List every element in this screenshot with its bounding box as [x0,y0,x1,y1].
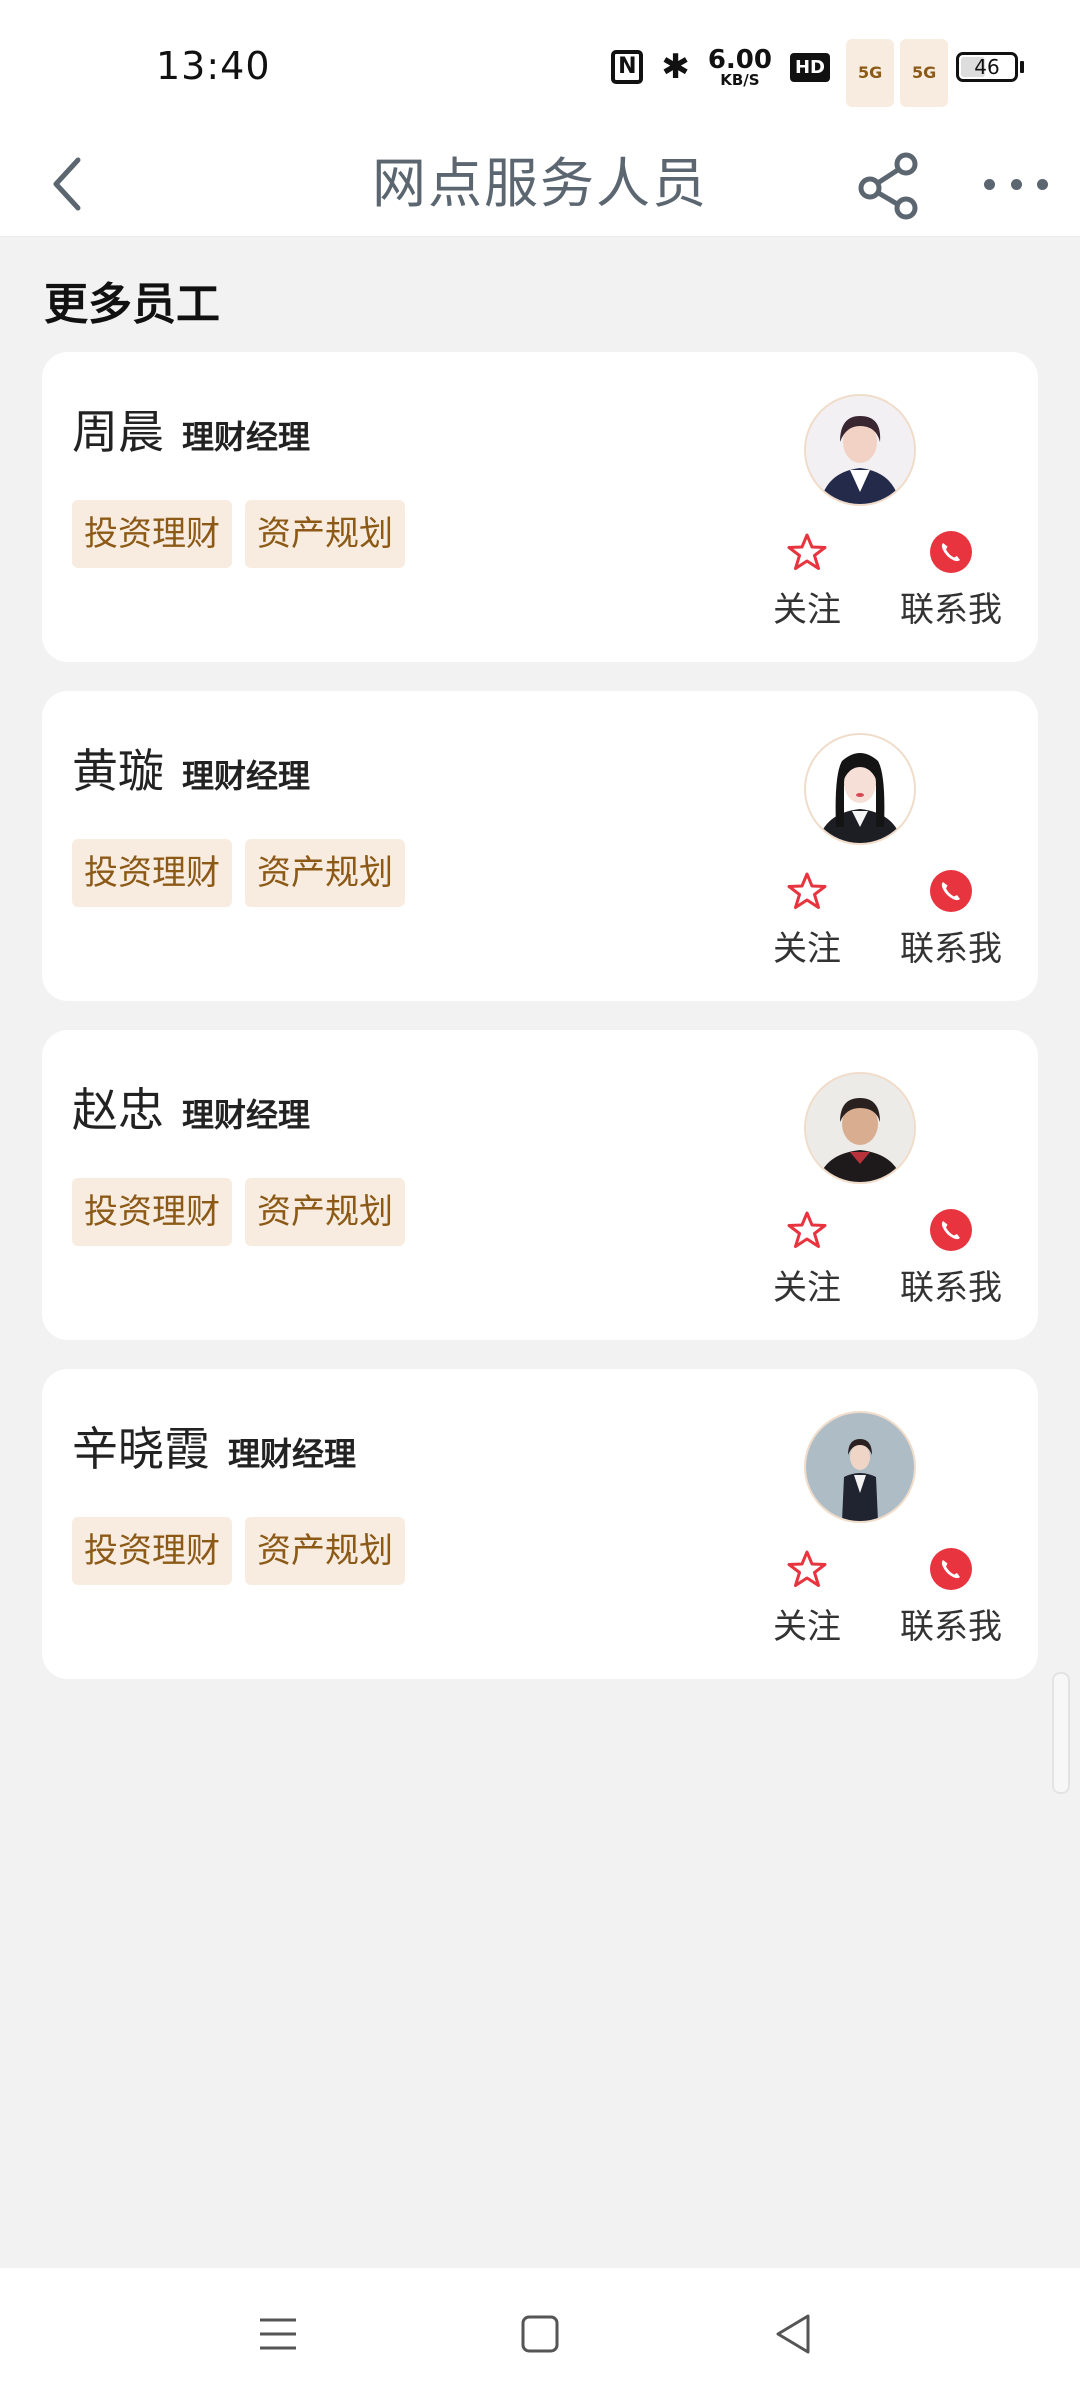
share-icon [858,152,918,220]
tag: 资产规划 [245,839,405,907]
contact-button[interactable]: 联系我 [886,869,1016,970]
tag-list: 投资理财 资产规划 [72,839,405,907]
avatar[interactable] [804,1411,916,1523]
employee-name-row: 赵忠 理财经理 [72,1074,310,1140]
tag: 投资理财 [72,500,232,568]
bluetooth-icon: ✱ [661,47,690,87]
avatar[interactable] [804,1072,916,1184]
network-speed: 6.00 KB/S [708,47,772,88]
more-dot-icon [984,178,995,190]
menu-button[interactable] [252,2308,304,2360]
avatar[interactable] [804,733,916,845]
follow-button[interactable]: 关注 [742,869,872,970]
more-dot-icon [1010,178,1022,190]
home-button[interactable] [514,2308,566,2360]
battery-level: 46 [974,55,1000,79]
tag-list: 投资理财 资产规划 [72,500,405,568]
more-button[interactable] [984,158,1048,210]
contact-button[interactable]: 联系我 [886,1208,1016,1309]
employee-role: 理财经理 [182,1096,311,1134]
status-icons: N ✱ 6.00 KB/S HD 5G 5G 46 [611,39,1024,107]
back-button[interactable] [40,152,104,216]
employee-card[interactable]: 赵忠 理财经理 投资理财 资产规划 关注 联系我 [42,1030,1038,1340]
avatar-photo [806,735,914,843]
avatar-photo [806,396,914,504]
follow-button[interactable]: 关注 [742,1547,872,1648]
status-bar: 13:40 N ✱ 6.00 KB/S HD 5G 5G 46 [0,0,1080,132]
employee-name-row: 辛晓霞 理财经理 [72,1413,356,1479]
tag: 资产规划 [245,500,405,568]
contact-button[interactable]: 联系我 [886,530,1016,631]
follow-label: 关注 [773,590,841,630]
triangle-back-icon [776,2314,810,2354]
employee-role: 理财经理 [228,1435,357,1473]
avatar[interactable] [804,394,916,506]
avatar-photo [806,1413,914,1521]
follow-button[interactable]: 关注 [742,1208,872,1309]
phone-icon [930,531,972,573]
star-icon [787,1211,827,1248]
employee-card[interactable]: 周晨 理财经理 投资理财 资产规划 关注 联系我 [42,352,1038,662]
employee-name: 辛晓霞 [72,1422,210,1476]
star-icon [787,1550,827,1587]
contact-label: 联系我 [900,1268,1002,1308]
more-dot-icon [1037,178,1048,190]
star-icon [787,872,827,909]
employee-name: 赵忠 [72,1083,164,1137]
back-nav-button[interactable] [768,2308,820,2360]
star-icon [787,533,827,570]
follow-label: 关注 [773,929,841,969]
follow-label: 关注 [773,1607,841,1647]
tag-list: 投资理财 资产规划 [72,1517,405,1585]
nfc-icon: N [611,50,644,84]
home-square-icon [521,2315,559,2353]
menu-icon [260,2318,296,2350]
chevron-left-icon [53,157,81,211]
phone-icon [930,1548,972,1590]
system-nav-bar [0,2268,1080,2400]
employee-role: 理财经理 [182,757,311,795]
signal-icon-2: 5G [900,39,949,107]
follow-label: 关注 [773,1268,841,1308]
section-title: 更多员工 [44,279,220,330]
tag: 资产规划 [245,1178,405,1246]
contact-label: 联系我 [900,590,1002,630]
employee-name: 周晨 [72,405,164,459]
tag: 资产规划 [245,1517,405,1585]
signal-label-2: 5G [900,39,949,107]
employee-role: 理财经理 [182,418,311,456]
tag: 投资理财 [72,1517,232,1585]
status-time: 13:40 [156,44,271,88]
contact-label: 联系我 [900,1607,1002,1647]
contact-button[interactable]: 联系我 [886,1547,1016,1648]
signal-label: 5G [846,39,895,107]
employee-card[interactable]: 黄璇 理财经理 投资理财 资产规划 关注 联系我 [42,691,1038,1001]
contact-label: 联系我 [900,929,1002,969]
employee-card[interactable]: 辛晓霞 理财经理 投资理财 资产规划 关注 联系我 [42,1369,1038,1679]
hd-icon: HD [789,52,830,82]
phone-icon [930,1209,972,1251]
employee-name-row: 周晨 理财经理 [72,396,310,462]
tag: 投资理财 [72,839,232,907]
network-speed-unit: KB/S [720,70,760,89]
phone-icon [930,870,972,912]
employee-name-row: 黄璇 理财经理 [72,735,310,801]
tag: 投资理财 [72,1178,232,1246]
employee-name: 黄璇 [72,744,164,798]
battery-icon: 46 [956,52,1024,82]
signal-icon: 5G [846,39,895,107]
avatar-photo [806,1074,914,1182]
scrollbar[interactable] [1052,1672,1070,1794]
tag-list: 投资理财 资产规划 [72,1178,405,1246]
share-button[interactable] [852,150,922,220]
nav-bar: 网点服务人员 [0,132,1080,237]
follow-button[interactable]: 关注 [742,530,872,631]
network-speed-value: 6.00 [707,44,772,75]
